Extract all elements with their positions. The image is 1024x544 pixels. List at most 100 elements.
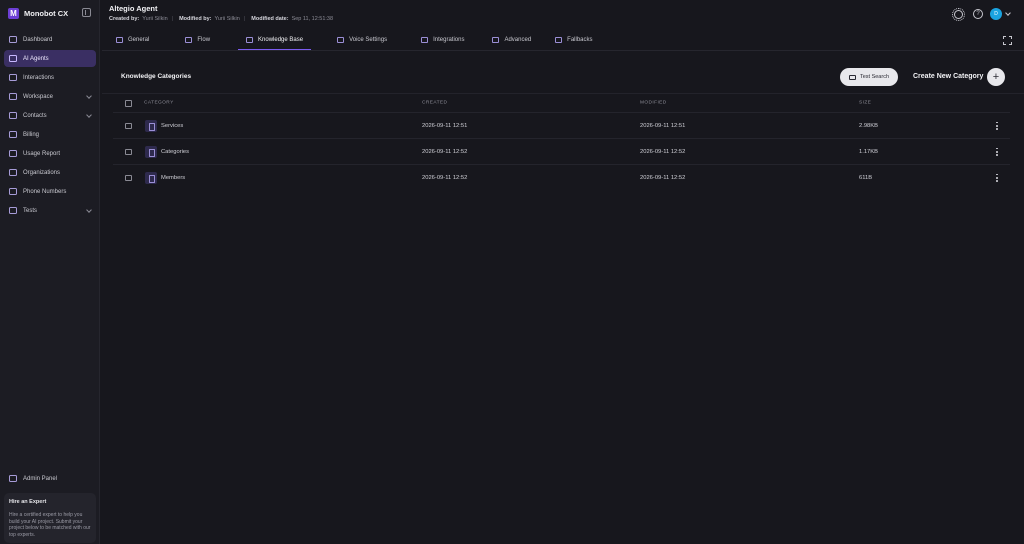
sidebar-item-dashboard[interactable]: Dashboard bbox=[4, 31, 96, 48]
row-checkbox[interactable] bbox=[125, 148, 132, 155]
brand-name: Monobot CX bbox=[24, 8, 69, 18]
category-name[interactable]: Categories bbox=[161, 149, 189, 155]
file-size: 1.17KB bbox=[859, 148, 879, 155]
test-search-button[interactable]: Test Search bbox=[840, 68, 898, 86]
tab-label: Flow bbox=[197, 37, 211, 43]
meta-divider: | bbox=[243, 16, 246, 22]
voice-icon bbox=[337, 37, 345, 43]
created-by-label: Created by: bbox=[109, 16, 140, 22]
fullscreen-icon[interactable] bbox=[1003, 36, 1012, 45]
hire-expert-title: Hire an Expert bbox=[9, 499, 47, 505]
chevron-down-icon bbox=[86, 112, 92, 118]
tab-label: Integrations bbox=[433, 37, 465, 43]
chevron-down-icon bbox=[86, 207, 92, 213]
users-icon bbox=[9, 112, 17, 119]
modified-date: 2026-09-11 12:52 bbox=[640, 174, 686, 181]
brand[interactable]: M Monobot CX bbox=[8, 7, 68, 19]
sidebar-item-label: Tests bbox=[23, 207, 38, 214]
chevron-down-icon bbox=[86, 93, 92, 99]
category-name[interactable]: Members bbox=[161, 175, 185, 181]
agent-meta: Created by: Yurii Silkin | Modified by: … bbox=[109, 16, 333, 22]
tab-voice-settings[interactable]: Voice Settings bbox=[329, 30, 395, 50]
search-people-icon bbox=[848, 74, 856, 80]
sliders-icon bbox=[492, 37, 500, 43]
category-name[interactable]: Services bbox=[161, 123, 183, 129]
robot-icon bbox=[9, 55, 17, 62]
sidebar-collapse-icon[interactable] bbox=[82, 8, 91, 17]
tabs-divider bbox=[102, 50, 1024, 51]
sidebar-item-label: Workspace bbox=[23, 93, 53, 100]
more-options-icon[interactable] bbox=[996, 121, 998, 131]
chevron-down-icon[interactable] bbox=[1005, 10, 1011, 16]
document-icon bbox=[145, 171, 157, 184]
meta-divider: | bbox=[171, 16, 174, 22]
chat-icon bbox=[9, 74, 17, 81]
tab-label: Voice Settings bbox=[349, 37, 388, 43]
window-icon bbox=[116, 37, 123, 43]
tab-flow[interactable]: Flow bbox=[177, 30, 218, 50]
building-icon bbox=[9, 169, 17, 176]
sidebar-item-ai-agents[interactable]: AI Agents bbox=[4, 50, 96, 67]
document-icon bbox=[145, 119, 157, 132]
more-options-icon[interactable] bbox=[996, 173, 998, 183]
brand-logo-icon: M bbox=[8, 7, 19, 19]
book-icon bbox=[246, 37, 254, 43]
tab-label: Advanced bbox=[504, 37, 532, 43]
modified-by-value: Yurii Silkin bbox=[214, 16, 240, 22]
table-row[interactable]: Categories 2026-09-11 12:52 2026-09-11 1… bbox=[113, 138, 1010, 164]
sidebar-item-organizations[interactable]: Organizations bbox=[4, 164, 96, 181]
tab-label: General bbox=[128, 37, 150, 43]
avatar[interactable]: D bbox=[990, 8, 1002, 20]
document-icon bbox=[145, 145, 157, 158]
add-category-button[interactable]: + bbox=[987, 68, 1005, 86]
created-date: 2026-09-11 12:52 bbox=[422, 174, 468, 181]
sidebar-item-tests[interactable]: Tests bbox=[4, 202, 96, 219]
help-icon[interactable]: ? bbox=[973, 9, 983, 19]
tab-knowledge-base[interactable]: Knowledge Base bbox=[238, 30, 312, 50]
column-header-category[interactable]: CATEGORY bbox=[144, 101, 174, 106]
sidebar-item-interactions[interactable]: Interactions bbox=[4, 69, 96, 86]
row-checkbox[interactable] bbox=[125, 122, 132, 129]
sidebar-item-label: Phone Numbers bbox=[23, 188, 67, 195]
modified-date: 2026-09-11 12:51 bbox=[640, 122, 686, 129]
sidebar-item-label: Dashboard bbox=[23, 36, 53, 43]
theme-toggle-sun-icon[interactable] bbox=[952, 7, 965, 21]
create-category-label[interactable]: Create New Category bbox=[913, 73, 983, 80]
table-row[interactable]: Services 2026-09-11 12:51 2026-09-11 12:… bbox=[113, 112, 1010, 138]
select-all-checkbox[interactable] bbox=[125, 100, 132, 107]
header-actions: ? D bbox=[952, 7, 1011, 21]
file-size: 2.98KB bbox=[859, 122, 879, 129]
column-header-modified[interactable]: MODIFIED bbox=[640, 101, 667, 106]
page-title: Altegio Agent bbox=[109, 4, 158, 13]
card-icon bbox=[9, 131, 17, 138]
created-date: 2026-09-11 12:52 bbox=[422, 148, 468, 155]
tab-advanced[interactable]: Advanced bbox=[484, 30, 539, 50]
tab-general[interactable]: General bbox=[108, 30, 157, 50]
sidebar-item-contacts[interactable]: Contacts bbox=[4, 107, 96, 124]
created-date: 2026-09-11 12:51 bbox=[422, 122, 468, 129]
sidebar: M Monobot CX Dashboard AI Agents Interac… bbox=[0, 0, 100, 544]
sidebar-item-phone-numbers[interactable]: Phone Numbers bbox=[4, 183, 96, 200]
more-options-icon[interactable] bbox=[996, 147, 998, 157]
phone-icon bbox=[9, 188, 17, 195]
admin-icon bbox=[9, 475, 17, 482]
sidebar-nav: Dashboard AI Agents Interactions Workspa… bbox=[4, 31, 96, 221]
tab-label: Knowledge Base bbox=[258, 37, 304, 43]
column-header-created[interactable]: CREATED bbox=[422, 101, 447, 106]
table-row[interactable]: Members 2026-09-11 12:52 2026-09-11 12:5… bbox=[113, 164, 1010, 190]
created-by-value: Yurii Silkin bbox=[142, 16, 168, 22]
fallback-icon bbox=[555, 37, 563, 43]
categories-table: CATEGORY CREATED MODIFIED SIZE Services … bbox=[113, 94, 1010, 190]
hire-expert-card[interactable]: Hire an Expert Hire a certified expert t… bbox=[4, 493, 96, 543]
sidebar-item-workspace[interactable]: Workspace bbox=[4, 88, 96, 105]
sidebar-item-billing[interactable]: Billing bbox=[4, 126, 96, 143]
puzzle-icon bbox=[421, 37, 429, 43]
admin-panel-link[interactable]: Admin Panel bbox=[9, 475, 57, 482]
tab-integrations[interactable]: Integrations bbox=[413, 30, 472, 50]
row-checkbox[interactable] bbox=[125, 174, 132, 181]
column-header-size[interactable]: SIZE bbox=[859, 101, 871, 106]
admin-panel-label: Admin Panel bbox=[23, 475, 58, 482]
sidebar-item-usage-report[interactable]: Usage Report bbox=[4, 145, 96, 162]
tab-fallbacks[interactable]: Fallbacks bbox=[547, 30, 600, 50]
modified-date: 2026-09-11 12:52 bbox=[640, 148, 686, 155]
